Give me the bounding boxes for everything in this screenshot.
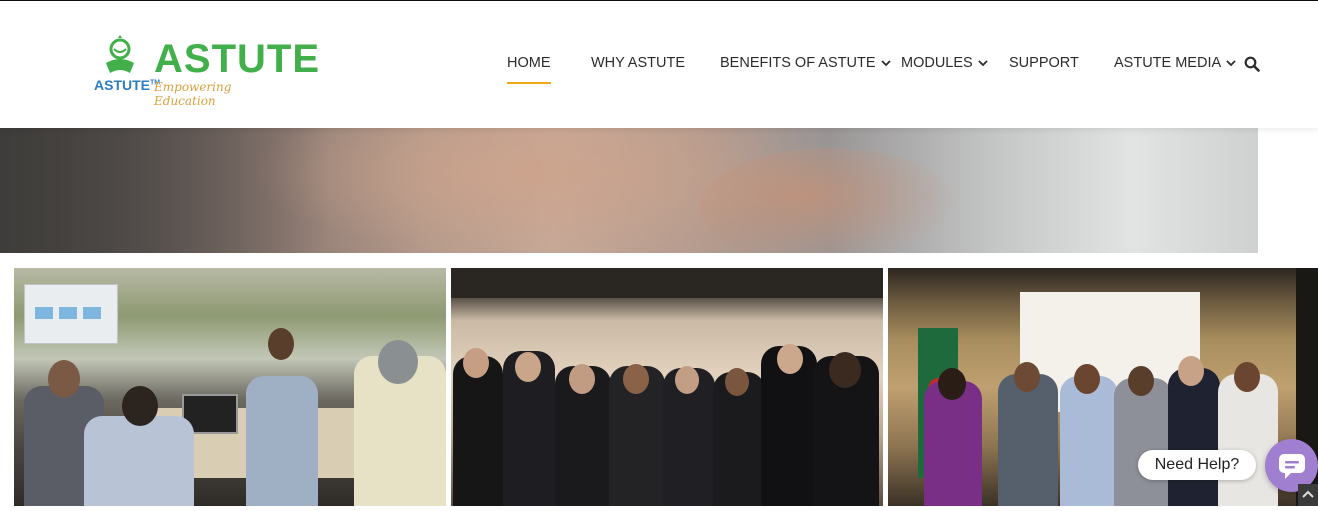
group-photo-japan[interactable] — [451, 268, 883, 506]
site-header: ASTUTETM ASTUTE Empowering Education HOM… — [0, 1, 1318, 128]
nav-astute-media[interactable]: ASTUTE MEDIA — [1114, 55, 1237, 71]
presentation-screen — [24, 284, 118, 344]
person — [1114, 378, 1172, 506]
chevron-down-icon — [978, 60, 988, 67]
search-icon[interactable] — [1244, 56, 1260, 72]
person-head — [268, 328, 294, 360]
person-head — [569, 364, 595, 394]
person — [453, 356, 503, 506]
person-head — [938, 368, 966, 400]
person-head — [1014, 362, 1040, 392]
person-head — [463, 348, 489, 378]
person-head — [122, 386, 158, 426]
nav-benefits[interactable]: BENEFITS OF ASTUTE — [720, 55, 892, 71]
chevron-up-icon — [1302, 490, 1314, 498]
person — [1168, 368, 1220, 506]
nav-why-astute-label: WHY ASTUTE — [591, 55, 685, 71]
nav-support[interactable]: SUPPORT — [1009, 55, 1079, 71]
chevron-down-icon — [1226, 60, 1236, 67]
person-head — [675, 366, 699, 394]
nav-support-label: SUPPORT — [1009, 55, 1079, 71]
meeting-photo[interactable] — [14, 268, 446, 506]
person-head — [1128, 366, 1154, 396]
person-head — [1234, 362, 1260, 392]
need-help-label[interactable]: Need Help? — [1138, 450, 1256, 480]
hero-hand-shape — [700, 148, 960, 253]
hero-banner-image — [0, 128, 1258, 253]
nav-astute-media-label: ASTUTE MEDIA — [1114, 55, 1222, 71]
nav-modules[interactable]: MODULES — [901, 55, 989, 71]
chat-icon — [1278, 453, 1305, 479]
person-head — [1074, 364, 1100, 394]
main-nav: HOME WHY ASTUTE BENEFITS OF ASTUTE MODUL… — [0, 1, 1318, 128]
person-head — [623, 364, 649, 394]
person-head — [378, 340, 418, 384]
person — [1218, 374, 1278, 506]
person-head — [1178, 356, 1204, 386]
chevron-down-icon — [880, 60, 891, 67]
nav-home[interactable]: HOME — [507, 55, 551, 84]
person — [246, 376, 318, 506]
room-ceiling — [451, 268, 883, 298]
nav-why-astute[interactable]: WHY ASTUTE — [591, 55, 685, 71]
person-head — [829, 352, 861, 388]
nav-home-label: HOME — [507, 55, 551, 71]
hero-shadow — [0, 128, 330, 253]
person-head — [725, 368, 749, 396]
person-head — [515, 352, 541, 382]
person — [1060, 376, 1118, 506]
person — [84, 416, 194, 506]
scroll-to-top-button[interactable] — [1298, 484, 1318, 506]
person — [998, 374, 1058, 506]
person-head — [48, 360, 80, 398]
nav-benefits-label: BENEFITS OF ASTUTE — [720, 55, 876, 71]
nav-modules-label: MODULES — [901, 55, 973, 71]
person-head — [777, 344, 803, 374]
